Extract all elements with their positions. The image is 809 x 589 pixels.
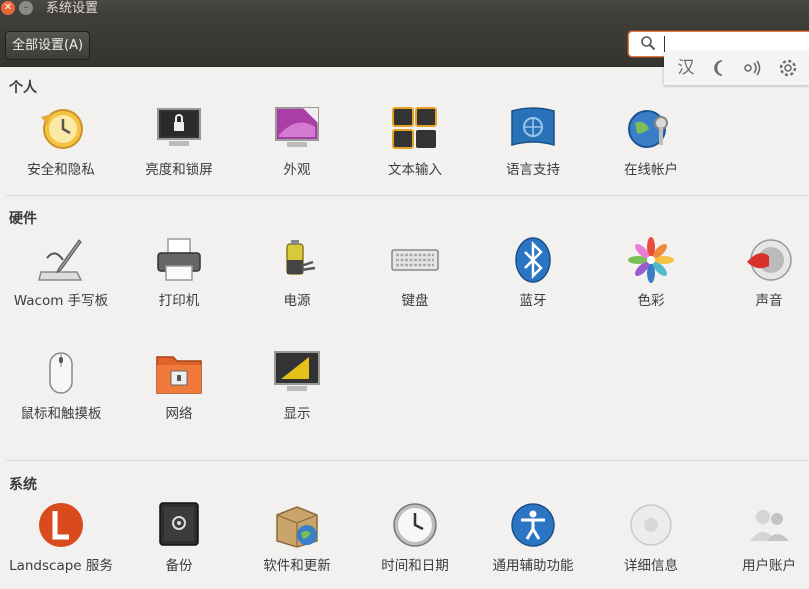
software-update-icon — [276, 506, 318, 548]
section-title-personal: 个人 — [9, 80, 37, 96]
sound-icon[interactable] — [742, 56, 766, 80]
clock-icon — [393, 503, 437, 547]
tile-display[interactable]: 显示 — [238, 349, 356, 424]
battery-power-icon — [286, 240, 316, 275]
tile-label: 语言支持 — [506, 162, 560, 178]
tile-language[interactable]: 语言支持 — [474, 105, 592, 180]
search-icon — [641, 36, 656, 51]
keyboard-icon — [391, 249, 439, 271]
tile-label: 备份 — [165, 558, 193, 574]
text-entry-icon — [392, 107, 437, 149]
lock-screen-icon — [157, 108, 201, 146]
tile-label: 色彩 — [637, 293, 665, 309]
network-folder-icon — [156, 356, 202, 394]
tile-online-accounts[interactable]: 在线帐户 — [592, 105, 710, 180]
tile-details[interactable]: 详细信息 — [592, 501, 710, 576]
wacom-tablet-icon — [38, 239, 83, 281]
sound-icon — [747, 239, 792, 281]
color-icon — [628, 237, 674, 283]
window-title: 系统设置 — [46, 1, 99, 16]
printer-icon — [157, 238, 201, 281]
tile-privacy[interactable]: 安全和隐私 — [2, 105, 120, 180]
tile-wacom[interactable]: Wacom 手写板 — [2, 236, 120, 311]
tile-label: Wacom 手写板 — [13, 293, 109, 309]
tile-label: 文本输入 — [388, 162, 442, 178]
tile-label: 声音 — [755, 293, 783, 309]
tile-landscape[interactable]: Landscape 服务 — [2, 501, 120, 576]
tile-network[interactable]: 网络 — [120, 349, 238, 424]
bluetooth-icon — [515, 237, 551, 283]
section-title-hardware: 硬件 — [9, 211, 37, 227]
tile-bluetooth[interactable]: 蓝牙 — [474, 236, 592, 311]
display-icon — [274, 351, 320, 391]
night-icon[interactable] — [707, 56, 731, 80]
minimize-window-button[interactable]: – — [19, 1, 33, 15]
section-divider — [6, 460, 809, 461]
tile-power[interactable]: 电源 — [238, 236, 356, 311]
section-title-system: 系统 — [9, 477, 37, 493]
tile-label: 详细信息 — [624, 558, 678, 574]
language-flag-icon — [511, 107, 555, 146]
tile-label: 蓝牙 — [519, 293, 547, 309]
text-caret — [664, 36, 665, 52]
title-bar: ✕ – 系统设置 — [0, 0, 809, 18]
indicator-tray: 汉 — [664, 52, 809, 85]
tile-label: 软件和更新 — [263, 558, 331, 574]
close-window-button[interactable]: ✕ — [1, 1, 15, 15]
tile-sound[interactable]: 声音 — [710, 236, 809, 311]
tile-software-updates[interactable]: 软件和更新 — [238, 501, 356, 576]
tile-label: 通用辅助功能 — [492, 558, 574, 574]
section-divider — [6, 195, 809, 196]
backup-safe-icon — [159, 502, 199, 546]
accessibility-icon — [511, 503, 555, 547]
tile-label: 安全和隐私 — [27, 162, 95, 178]
tile-label: 网络 — [165, 406, 193, 422]
landscape-icon — [39, 503, 83, 547]
tile-text-entry[interactable]: 文本输入 — [356, 105, 474, 180]
privacy-clock-icon — [41, 109, 83, 149]
tile-label: 键盘 — [401, 293, 429, 309]
tile-label: Landscape 服务 — [9, 558, 113, 574]
tile-color[interactable]: 色彩 — [592, 236, 710, 311]
tile-mouse[interactable]: 鼠标和触摸板 — [2, 349, 120, 424]
tile-label: 用户账户 — [742, 558, 796, 574]
tile-brightness-lock[interactable]: 亮度和锁屏 — [120, 105, 238, 180]
gear-icon[interactable] — [776, 56, 800, 80]
tile-accessibility[interactable]: 通用辅助功能 — [474, 501, 592, 576]
tile-printer[interactable]: 打印机 — [120, 236, 238, 311]
tile-label: 亮度和锁屏 — [145, 162, 213, 178]
tile-label: 鼠标和触摸板 — [20, 406, 102, 422]
online-accounts-icon — [628, 110, 668, 148]
tile-user-accounts[interactable]: 用户账户 — [710, 501, 809, 576]
tile-backup[interactable]: 备份 — [120, 501, 238, 576]
tile-label: 电源 — [283, 293, 311, 309]
ime-icon[interactable]: 汉 — [674, 56, 698, 80]
tile-label: 显示 — [283, 406, 311, 422]
tile-label: 时间和日期 — [381, 558, 449, 574]
tile-appearance[interactable]: 外观 — [238, 105, 356, 180]
details-icon — [630, 504, 672, 546]
appearance-icon — [275, 107, 319, 147]
tile-label: 在线帐户 — [624, 162, 678, 178]
tile-time-date[interactable]: 时间和日期 — [356, 501, 474, 576]
tile-keyboard[interactable]: 键盘 — [356, 236, 474, 311]
tile-label: 打印机 — [158, 293, 200, 309]
mouse-icon — [49, 352, 73, 394]
tile-label: 外观 — [283, 162, 311, 178]
all-settings-button[interactable]: 全部设置(A) — [5, 31, 91, 60]
user-accounts-icon — [750, 510, 789, 541]
